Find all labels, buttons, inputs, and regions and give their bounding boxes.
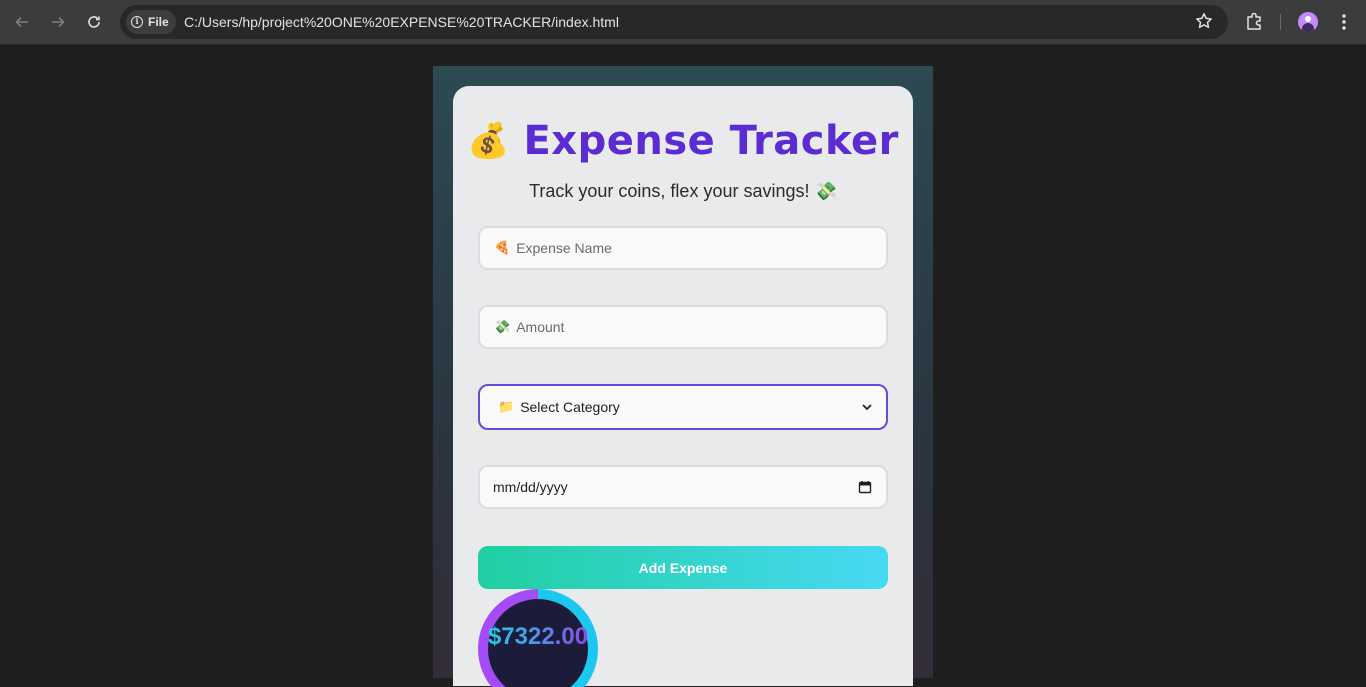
money-wings-icon: 💸 <box>494 319 511 334</box>
category-select[interactable]: 📁 Select Category <box>478 384 888 430</box>
site-chip-label: File <box>148 15 169 29</box>
reload-icon[interactable] <box>82 10 106 34</box>
calendar-icon[interactable] <box>858 480 872 494</box>
amount-placeholder: Amount <box>516 319 565 335</box>
more-menu-icon[interactable] <box>1336 12 1352 32</box>
expense-name-input[interactable]: 🍕 Expense Name <box>478 226 888 270</box>
site-info-chip[interactable]: i File <box>126 10 176 34</box>
toolbar-divider <box>1280 14 1281 30</box>
folder-icon: 📁 <box>498 399 515 414</box>
info-icon: i <box>131 16 143 28</box>
chevron-down-icon <box>862 400 872 414</box>
forward-arrow-icon[interactable] <box>46 10 70 34</box>
app-title-text: Expense Tracker <box>523 118 899 164</box>
expense-card: 💰 Expense Tracker Track your coins, flex … <box>453 86 913 687</box>
date-input[interactable]: mm/dd/yyyy <box>478 465 888 509</box>
extensions-icon[interactable] <box>1245 11 1265 31</box>
back-arrow-icon[interactable] <box>10 10 34 34</box>
app-title: 💰 Expense Tracker <box>453 118 913 164</box>
money-bag-icon: 💰 <box>467 122 510 160</box>
amount-input[interactable]: 💸 Amount <box>478 305 888 349</box>
expense-name-placeholder: Expense Name <box>516 240 612 256</box>
date-placeholder: mm/dd/yyyy <box>493 479 568 495</box>
add-expense-button[interactable]: Add Expense <box>478 546 888 589</box>
pizza-icon: 🍕 <box>494 240 511 255</box>
star-icon[interactable] <box>1195 12 1213 30</box>
total-amount: $7322.00 <box>487 623 589 650</box>
address-bar[interactable]: i File C:/Users/hp/project%20ONE%20EXPEN… <box>120 5 1228 39</box>
browser-toolbar: i File C:/Users/hp/project%20ONE%20EXPEN… <box>0 0 1366 45</box>
page-viewport: 💰 Expense Tracker Track your coins, flex … <box>0 46 1366 687</box>
profile-avatar[interactable] <box>1298 12 1318 32</box>
app-subtitle: Track your coins, flex your savings! 💸 <box>529 181 837 201</box>
category-selected-value: Select Category <box>520 399 620 415</box>
url-text[interactable]: C:/Users/hp/project%20ONE%20EXPENSE%20TR… <box>184 14 619 30</box>
